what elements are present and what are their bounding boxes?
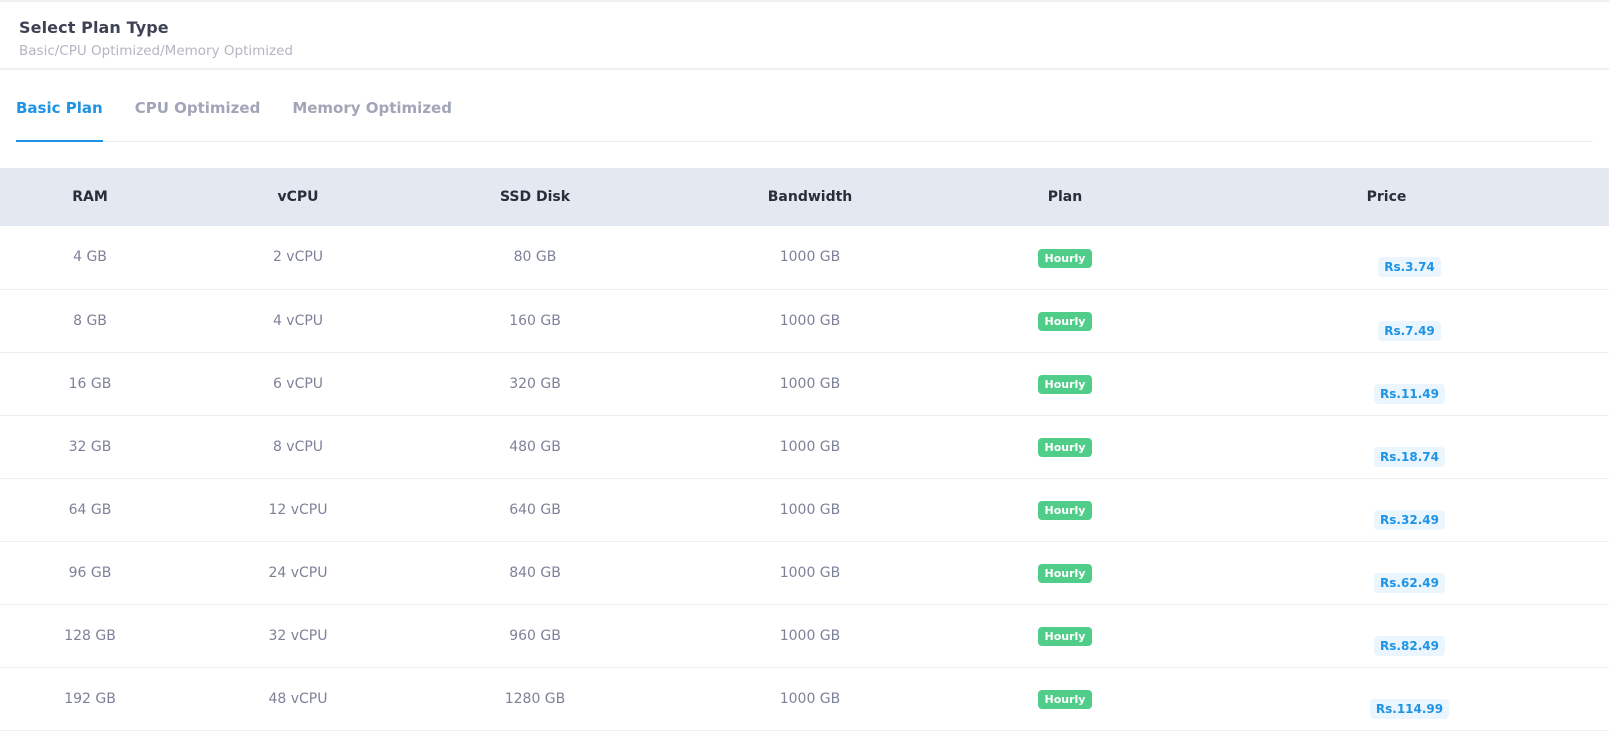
cell-ssd: 1280 GB: [504, 690, 566, 707]
plan-badge: Hourly: [1037, 438, 1093, 457]
cell-bandwidth: 1000 GB: [779, 312, 841, 329]
plan-badge: Hourly: [1037, 501, 1093, 520]
column-header-vcpu: vCPU: [277, 189, 319, 205]
cell-bandwidth: 1000 GB: [779, 564, 841, 581]
cell-ssd: 80 GB: [513, 249, 557, 266]
table-header-row: RAM vCPU SSD Disk Bandwidth Plan Price: [0, 168, 1609, 226]
cell-ssd: 640 GB: [509, 501, 561, 518]
cell-price: Rs.82.49: [1164, 604, 1609, 667]
cell-plan: Hourly: [966, 289, 1164, 352]
cell-ram: 4 GB: [73, 249, 107, 266]
table-row[interactable]: 32 GB 8 vCPU 480 GB 1000 GB Hourly Rs.18…: [0, 415, 1609, 478]
cell-ram: 16 GB: [68, 375, 112, 392]
price-badge: Rs.82.49: [1374, 635, 1445, 656]
plans-table-container: RAM vCPU SSD Disk Bandwidth Plan Price 4…: [0, 168, 1609, 731]
cell-vcpu: 24 vCPU: [268, 564, 328, 581]
cell-price: Rs.114.99: [1164, 667, 1609, 730]
column-header-bandwidth: Bandwidth: [767, 189, 853, 205]
plan-tabs: Basic Plan CPU Optimized Memory Optimize…: [16, 70, 1593, 142]
plan-badge: Hourly: [1037, 690, 1093, 709]
cell-ssd: 160 GB: [509, 312, 561, 329]
cell-vcpu: 6 vCPU: [272, 375, 324, 392]
plan-badge: Hourly: [1037, 248, 1093, 268]
tab-memory-optimized[interactable]: Memory Optimized: [292, 88, 452, 142]
plan-selection-panel: Select Plan Type Basic/CPU Optimized/Mem…: [0, 0, 1609, 736]
cell-vcpu: 32 vCPU: [268, 627, 328, 644]
plan-badge: Hourly: [1037, 564, 1093, 583]
column-header-ram: RAM: [72, 189, 108, 205]
tab-cpu-optimized[interactable]: CPU Optimized: [135, 88, 261, 142]
price-badge: Rs.114.99: [1369, 698, 1450, 719]
cell-ram: 8 GB: [73, 312, 107, 329]
table-row[interactable]: 64 GB 12 vCPU 640 GB 1000 GB Hourly Rs.3…: [0, 478, 1609, 541]
cell-vcpu: 8 vCPU: [272, 438, 324, 455]
panel-header: Select Plan Type Basic/CPU Optimized/Mem…: [0, 2, 1609, 70]
cell-vcpu: 12 vCPU: [268, 501, 328, 518]
column-header-price: Price: [1366, 189, 1407, 205]
cell-price: Rs.11.49: [1164, 352, 1609, 415]
table-row[interactable]: 96 GB 24 vCPU 840 GB 1000 GB Hourly Rs.6…: [0, 541, 1609, 604]
cell-bandwidth: 1000 GB: [779, 438, 841, 455]
table-row[interactable]: 4 GB 2 vCPU 80 GB 1000 GB Hourly Rs.3.74: [0, 226, 1609, 289]
column-header-plan: Plan: [1047, 189, 1083, 205]
cell-vcpu: 4 vCPU: [272, 312, 324, 329]
cell-ssd: 320 GB: [509, 375, 561, 392]
table-row[interactable]: 192 GB 48 vCPU 1280 GB 1000 GB Hourly Rs…: [0, 667, 1609, 730]
cell-bandwidth: 1000 GB: [779, 501, 841, 518]
cell-vcpu: 2 vCPU: [272, 249, 324, 266]
cell-ssd: 480 GB: [509, 438, 561, 455]
cell-plan: Hourly: [966, 226, 1164, 289]
cell-plan: Hourly: [966, 541, 1164, 604]
tab-basic-plan[interactable]: Basic Plan: [16, 88, 103, 142]
cell-ssd: 840 GB: [509, 564, 561, 581]
table-row[interactable]: 16 GB 6 vCPU 320 GB 1000 GB Hourly Rs.11…: [0, 352, 1609, 415]
cell-bandwidth: 1000 GB: [779, 690, 841, 707]
column-header-ssd-disk: SSD Disk: [499, 189, 571, 205]
cell-vcpu: 48 vCPU: [268, 690, 328, 707]
price-badge: Rs.18.74: [1374, 446, 1445, 467]
cell-plan: Hourly: [966, 478, 1164, 541]
price-badge: Rs.11.49: [1374, 383, 1445, 404]
plan-badge: Hourly: [1037, 312, 1093, 331]
price-badge: Rs.32.49: [1374, 509, 1445, 530]
cell-price: Rs.62.49: [1164, 541, 1609, 604]
cell-ram: 32 GB: [68, 438, 112, 455]
cell-price: Rs.18.74: [1164, 415, 1609, 478]
cell-ram: 128 GB: [64, 627, 116, 644]
price-badge: Rs.3.74: [1378, 257, 1441, 278]
plans-table: RAM vCPU SSD Disk Bandwidth Plan Price 4…: [0, 168, 1609, 731]
price-badge: Rs.62.49: [1374, 572, 1445, 593]
cell-ram: 192 GB: [64, 690, 116, 707]
cell-plan: Hourly: [966, 667, 1164, 730]
cell-price: Rs.3.74: [1164, 226, 1609, 289]
page-title: Select Plan Type: [19, 18, 169, 37]
cell-plan: Hourly: [966, 604, 1164, 667]
table-row[interactable]: 8 GB 4 vCPU 160 GB 1000 GB Hourly Rs.7.4…: [0, 289, 1609, 352]
price-badge: Rs.7.49: [1378, 320, 1441, 341]
cell-ram: 64 GB: [68, 501, 112, 518]
page-subtitle: Basic/CPU Optimized/Memory Optimized: [19, 43, 293, 59]
cell-bandwidth: 1000 GB: [779, 627, 841, 644]
cell-bandwidth: 1000 GB: [779, 375, 841, 392]
cell-plan: Hourly: [966, 415, 1164, 478]
cell-bandwidth: 1000 GB: [779, 249, 841, 266]
cell-plan: Hourly: [966, 352, 1164, 415]
cell-ssd: 960 GB: [509, 627, 561, 644]
plan-badge: Hourly: [1037, 375, 1093, 394]
cell-price: Rs.32.49: [1164, 478, 1609, 541]
plan-badge: Hourly: [1037, 627, 1093, 646]
cell-price: Rs.7.49: [1164, 289, 1609, 352]
cell-ram: 96 GB: [68, 564, 112, 581]
table-row[interactable]: 128 GB 32 vCPU 960 GB 1000 GB Hourly Rs.…: [0, 604, 1609, 667]
